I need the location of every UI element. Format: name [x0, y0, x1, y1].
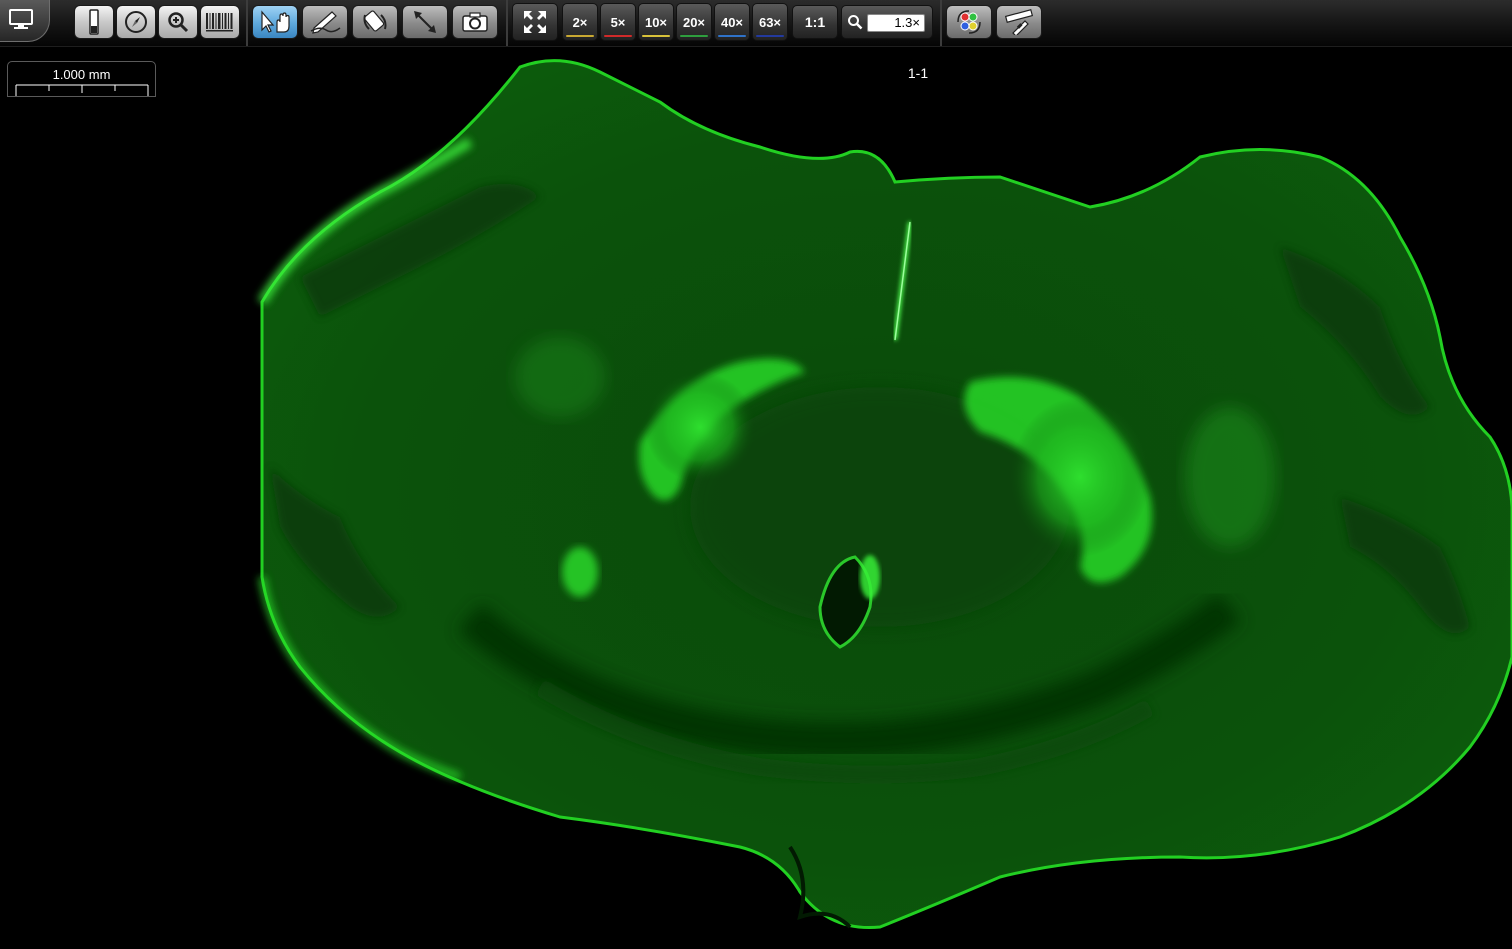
search-icon [848, 15, 863, 30]
zoom-level-color-bar [680, 35, 708, 37]
zoom-level-box: 1.3× [841, 5, 933, 39]
zoom-10x-button[interactable]: 10× [638, 3, 674, 41]
fit-to-screen-button[interactable] [512, 3, 558, 41]
navigator-button[interactable] [116, 5, 156, 39]
snapshot-button[interactable] [452, 5, 498, 39]
main-toolbar: 2× 5× 10× 20× 40× 63× 1:1 1.3× [0, 0, 1512, 47]
zoom-63x-button[interactable]: 63× [752, 3, 788, 41]
annotation-pen-icon [310, 11, 341, 34]
app-menu-button[interactable] [0, 0, 50, 42]
zoom-40x-button[interactable]: 40× [714, 3, 750, 41]
zoom-5x-button[interactable]: 5× [600, 3, 636, 41]
color-channels-icon [957, 10, 981, 34]
zoom-level-color-bar [566, 35, 594, 37]
navigator-compass-icon [125, 11, 147, 33]
zoom-level-color-bar [604, 35, 632, 37]
slide-tray-icon [89, 9, 99, 35]
pointer-hand-icon [261, 10, 290, 33]
zoom-level-color-bar [718, 35, 746, 37]
ruler-calibration-icon [1004, 9, 1034, 35]
slide-tray-button[interactable] [74, 5, 114, 39]
monitor-icon [9, 9, 33, 29]
barcode-icon [206, 13, 233, 32]
zoom-2x-button[interactable]: 2× [562, 3, 598, 41]
zoom-1-to-1-button[interactable]: 1:1 [792, 5, 838, 39]
fit-to-screen-icon [524, 11, 546, 33]
zoom-level-label: 10× [644, 14, 668, 30]
rotate-icon [363, 10, 387, 32]
rotate-button[interactable] [352, 5, 398, 39]
barcode-button[interactable] [200, 5, 240, 39]
slide-position-label: 1-1 [907, 65, 929, 81]
zoom-level-label: 40× [720, 14, 744, 30]
zoom-level-label: 2× [572, 14, 588, 30]
ruler-calibration-button[interactable] [996, 5, 1042, 39]
zoom-level-label: 20× [682, 14, 706, 30]
annotation-pen-button[interactable] [302, 5, 348, 39]
zoom-20x-button[interactable]: 20× [676, 3, 712, 41]
scale-ruler-icon [15, 84, 149, 96]
camera-icon [462, 12, 488, 32]
zoom-level-color-bar [642, 35, 670, 37]
zoom-level-input[interactable]: 1.3× [867, 14, 925, 32]
slide-viewer[interactable] [0, 47, 1512, 944]
magnifier-button[interactable] [158, 5, 198, 39]
fluorescent-brain-section[interactable] [0, 47, 1512, 944]
zoom-level-label: 5× [610, 14, 626, 30]
measure-button[interactable] [402, 5, 448, 39]
scale-bar: 1.000 mm [7, 61, 156, 97]
scale-bar-label: 1.000 mm [52, 67, 111, 82]
zoom-level-label: 63× [758, 14, 782, 30]
measure-icon [414, 11, 436, 33]
color-channels-button[interactable] [946, 5, 992, 39]
magnifier-icon [168, 12, 189, 33]
zoom-level-color-bar [756, 35, 784, 37]
pointer-hand-tool-button[interactable] [252, 5, 298, 39]
